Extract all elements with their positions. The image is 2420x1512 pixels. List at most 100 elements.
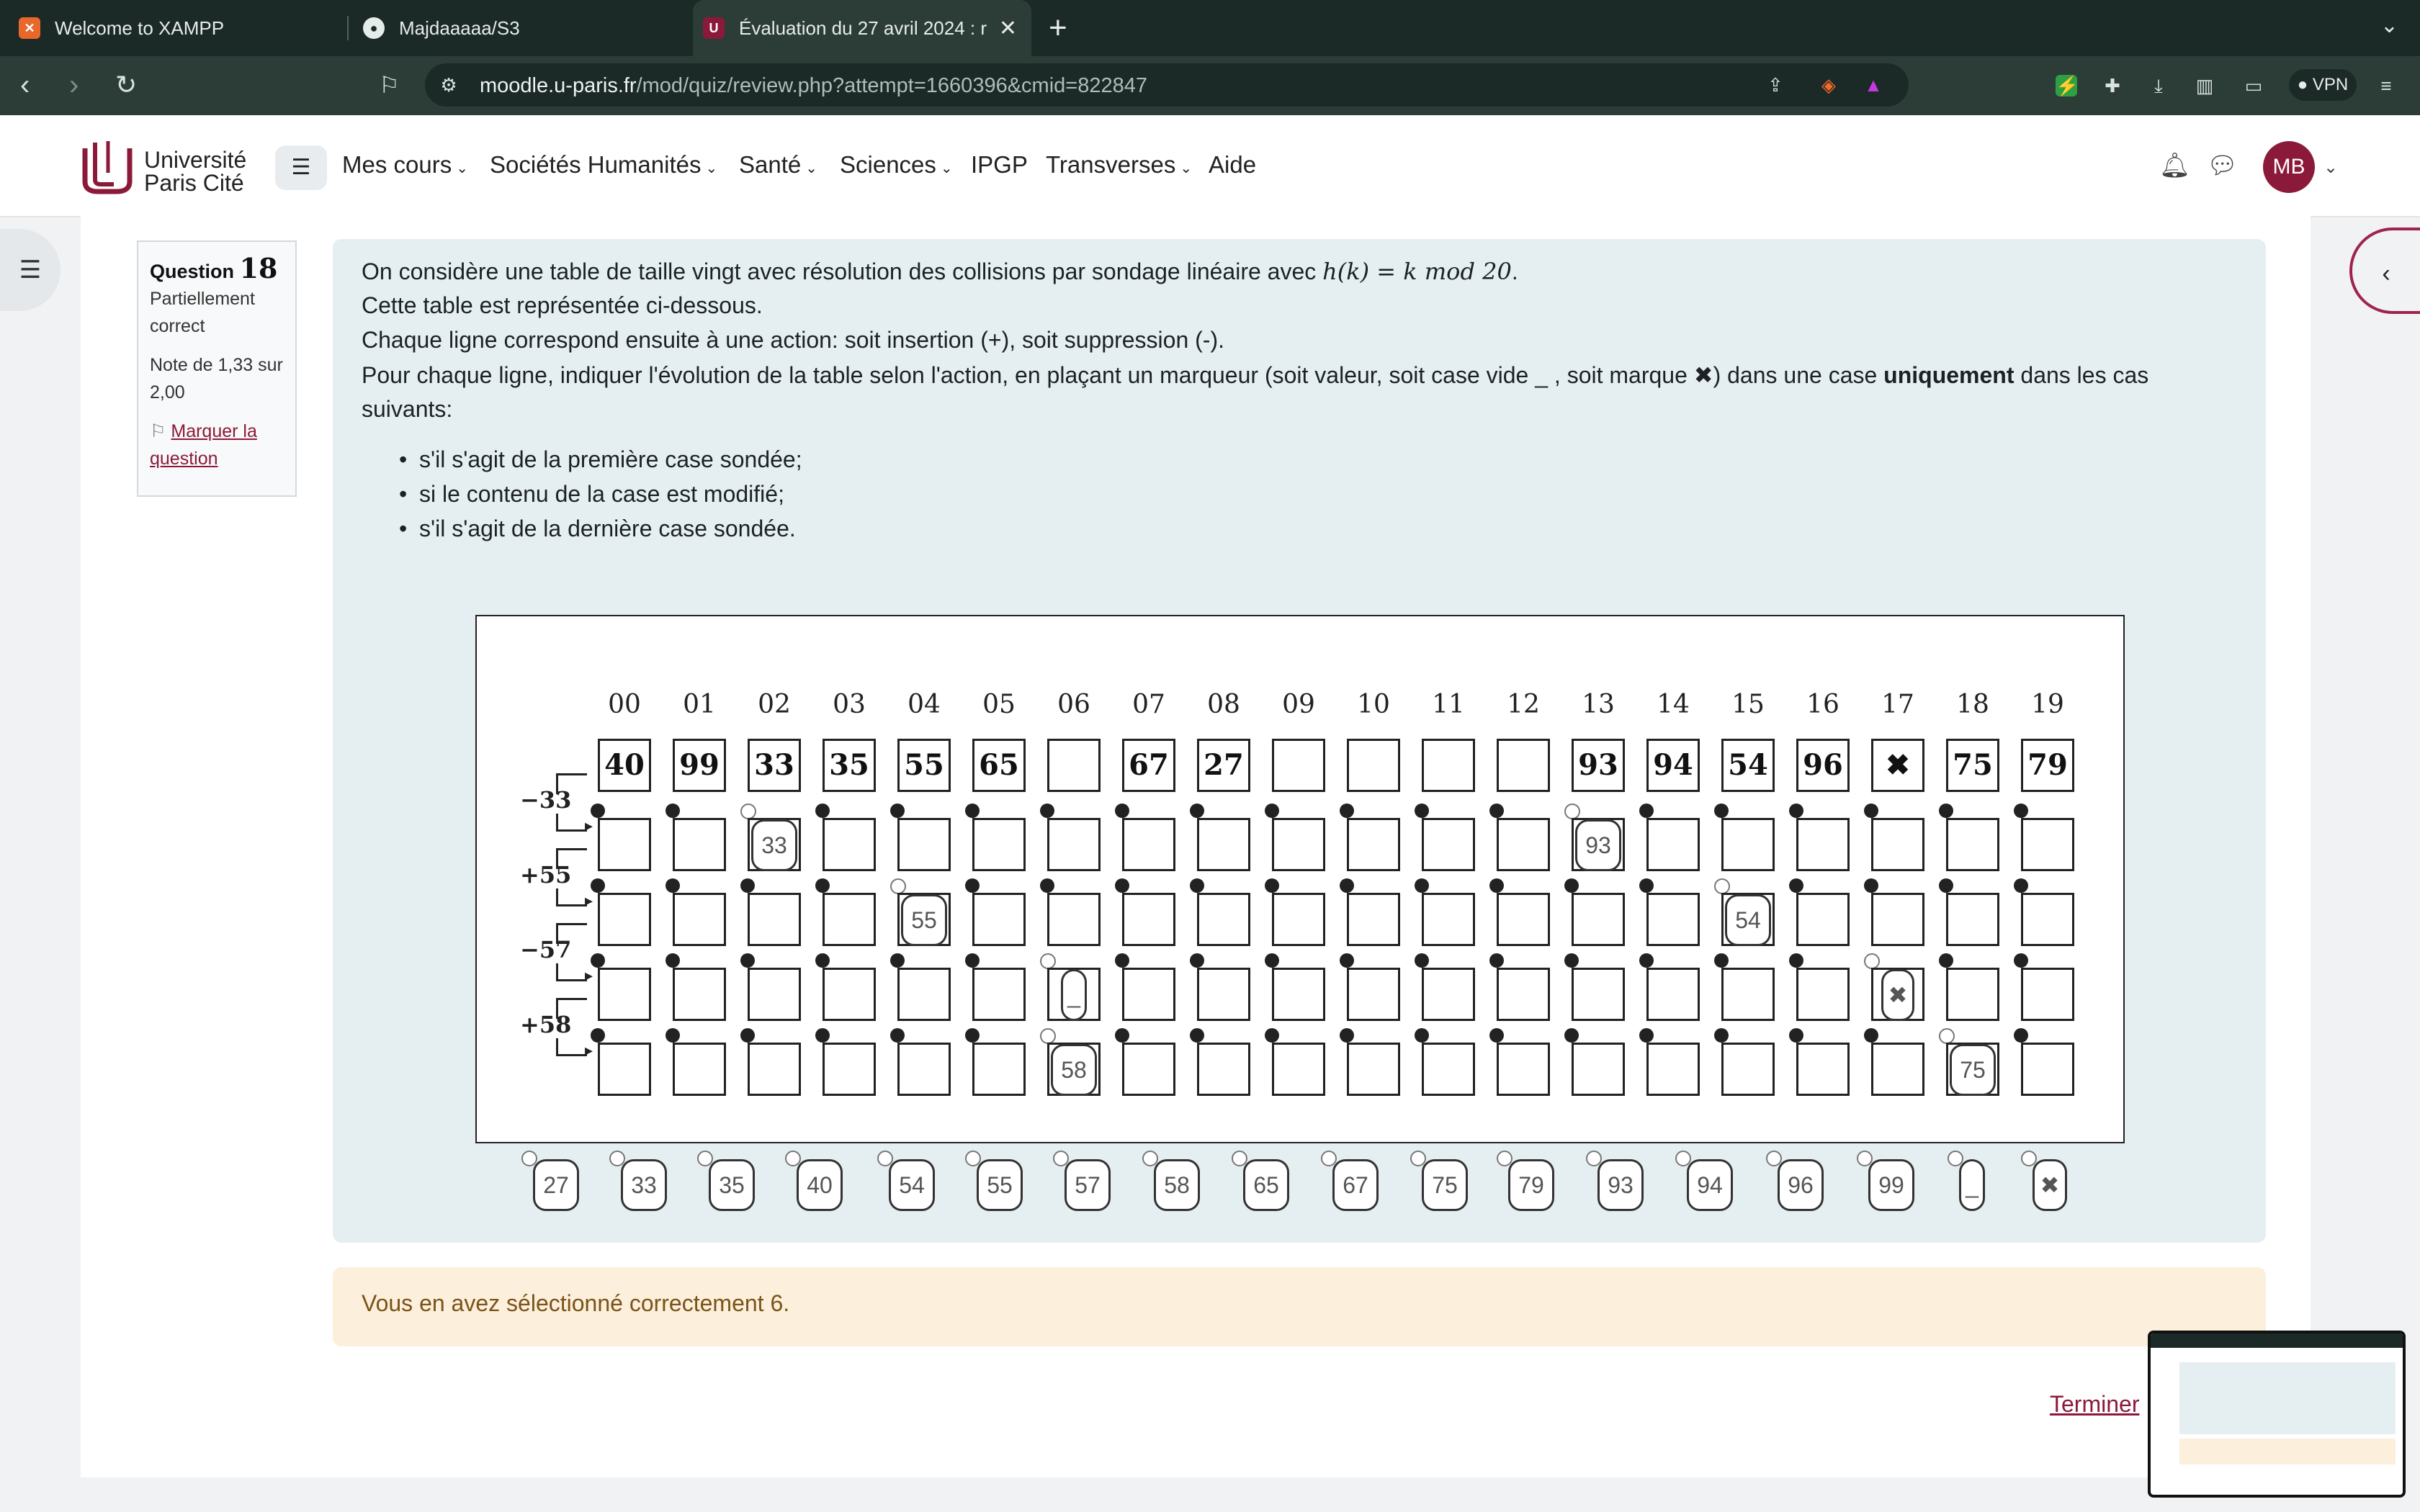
drop-zone[interactable] bbox=[748, 893, 801, 946]
bookmark-icon[interactable]: ⚐ bbox=[379, 69, 400, 101]
placed-marker[interactable]: ✖ bbox=[1881, 969, 1914, 1021]
drop-zone[interactable] bbox=[1197, 968, 1250, 1021]
course-index-button[interactable]: ☰ bbox=[275, 145, 327, 190]
drop-target-dot[interactable] bbox=[666, 804, 680, 818]
university-logo-icon[interactable] bbox=[81, 141, 135, 194]
tab-github[interactable]: ● Majdaaaaa/S3 bbox=[363, 0, 680, 56]
draggable-token[interactable]: 79 bbox=[1508, 1159, 1554, 1211]
drop-target-handle[interactable] bbox=[890, 878, 906, 894]
wallet-icon[interactable]: ▭ bbox=[2243, 75, 2264, 96]
draggable-token[interactable]: 35 bbox=[709, 1159, 755, 1211]
draggable-token[interactable]: ✖ bbox=[2033, 1159, 2067, 1211]
drop-target-dot[interactable] bbox=[1415, 1028, 1429, 1043]
drop-zone[interactable] bbox=[1197, 818, 1250, 871]
drop-zone[interactable] bbox=[673, 1043, 726, 1096]
drop-zone[interactable] bbox=[1122, 893, 1175, 946]
back-icon[interactable]: ‹ bbox=[20, 69, 30, 101]
drop-zone[interactable] bbox=[1047, 893, 1101, 946]
drop-target-dot[interactable] bbox=[1639, 1028, 1654, 1043]
drop-target-dot[interactable] bbox=[1040, 878, 1054, 893]
drop-zone[interactable] bbox=[972, 1043, 1026, 1096]
url-text[interactable]: moodle.u-paris.fr/mod/quiz/review.php?at… bbox=[480, 74, 1147, 98]
drop-target-dot[interactable] bbox=[815, 804, 830, 818]
drop-target-dot[interactable] bbox=[815, 953, 830, 968]
drop-zone[interactable] bbox=[1796, 968, 1850, 1021]
reload-icon[interactable]: ↻ bbox=[115, 69, 137, 101]
drop-target-dot[interactable] bbox=[1789, 878, 1803, 893]
drop-zone[interactable] bbox=[1422, 968, 1475, 1021]
drop-target-dot[interactable] bbox=[1340, 1028, 1354, 1043]
open-quiz-navigation-button[interactable]: ‹ bbox=[2349, 228, 2420, 314]
drop-target-dot[interactable] bbox=[1190, 1028, 1204, 1043]
drop-zone[interactable] bbox=[1572, 1043, 1625, 1096]
drop-zone[interactable] bbox=[972, 893, 1026, 946]
drop-zone[interactable] bbox=[1871, 1043, 1924, 1096]
drop-zone[interactable] bbox=[1871, 893, 1924, 946]
drop-zone[interactable] bbox=[1646, 893, 1700, 946]
drop-zone[interactable] bbox=[1721, 968, 1775, 1021]
drop-target-dot[interactable] bbox=[890, 804, 905, 818]
draggable-token[interactable]: 55 bbox=[977, 1159, 1023, 1211]
drop-zone[interactable] bbox=[1497, 893, 1550, 946]
draggable-token[interactable]: 94 bbox=[1687, 1159, 1733, 1211]
drop-zone[interactable] bbox=[1422, 818, 1475, 871]
drop-zone[interactable] bbox=[1796, 1043, 1850, 1096]
drop-target-dot[interactable] bbox=[2014, 1028, 2028, 1043]
close-tab-icon[interactable]: ✕ bbox=[999, 16, 1017, 41]
drop-target-dot[interactable] bbox=[740, 953, 755, 968]
university-name[interactable]: Université Paris Cité bbox=[144, 148, 246, 194]
drop-zone[interactable] bbox=[1721, 818, 1775, 871]
drop-target-dot[interactable] bbox=[965, 804, 980, 818]
draggable-token[interactable]: 75 bbox=[1422, 1159, 1468, 1211]
draggable-token[interactable]: 58 bbox=[1154, 1159, 1200, 1211]
drop-zone[interactable] bbox=[1122, 1043, 1175, 1096]
drop-zone[interactable] bbox=[673, 818, 726, 871]
drop-target-handle[interactable] bbox=[1714, 878, 1730, 894]
drop-target-dot[interactable] bbox=[1939, 804, 1953, 818]
drop-target-dot[interactable] bbox=[1864, 1028, 1878, 1043]
browser-menu-icon[interactable]: ≡ bbox=[2375, 75, 2397, 96]
drop-zone[interactable] bbox=[1572, 968, 1625, 1021]
drop-target-dot[interactable] bbox=[1415, 804, 1429, 818]
drop-target-dot[interactable] bbox=[1489, 1028, 1504, 1043]
nav-sante[interactable]: Santé ⌄ bbox=[739, 151, 817, 179]
drop-target-dot[interactable] bbox=[1939, 953, 1953, 968]
drop-zone[interactable] bbox=[1422, 893, 1475, 946]
messages-icon[interactable]: 💬︎ bbox=[2207, 151, 2238, 180]
address-bar[interactable]: ⚙ moodle.u-paris.fr/mod/quiz/review.php?… bbox=[425, 63, 1909, 107]
nav-societes-humanites[interactable]: Sociétés Humanités ⌄ bbox=[490, 151, 717, 179]
drop-zone[interactable] bbox=[1646, 968, 1700, 1021]
drop-target-dot[interactable] bbox=[1789, 953, 1803, 968]
screenshot-thumbnail[interactable] bbox=[2148, 1331, 2406, 1498]
drop-target-dot[interactable] bbox=[1714, 1028, 1729, 1043]
placed-marker[interactable]: 93 bbox=[1575, 819, 1621, 871]
placed-marker[interactable]: 55 bbox=[901, 894, 947, 946]
site-settings-icon[interactable]: ⚙ bbox=[438, 74, 460, 96]
nav-transverses[interactable]: Transverses ⌄ bbox=[1046, 151, 1192, 179]
drop-target-dot[interactable] bbox=[1564, 953, 1579, 968]
drop-zone[interactable] bbox=[823, 818, 876, 871]
placed-marker[interactable]: _ bbox=[1061, 969, 1087, 1021]
drop-zone[interactable] bbox=[2021, 1043, 2074, 1096]
drop-zone[interactable] bbox=[1047, 818, 1101, 871]
flag-question-link[interactable]: ⚐ Marquer la question bbox=[150, 418, 284, 472]
drop-zone[interactable] bbox=[1497, 1043, 1550, 1096]
drop-target-dot[interactable] bbox=[890, 1028, 905, 1043]
drop-target-dot[interactable] bbox=[1340, 953, 1354, 968]
drop-zone[interactable] bbox=[823, 1043, 876, 1096]
drop-target-dot[interactable] bbox=[1265, 804, 1279, 818]
finish-review-link[interactable]: Terminer bbox=[2050, 1391, 2139, 1418]
drop-zone[interactable] bbox=[1347, 818, 1400, 871]
avatar[interactable]: MB bbox=[2263, 141, 2315, 193]
forward-icon[interactable]: › bbox=[69, 69, 79, 101]
drop-zone[interactable] bbox=[2021, 968, 2074, 1021]
drop-zone[interactable] bbox=[1646, 818, 1700, 871]
share-icon[interactable]: ⇪ bbox=[1765, 74, 1786, 96]
drop-zone[interactable] bbox=[598, 818, 651, 871]
drop-zone[interactable] bbox=[1272, 968, 1325, 1021]
extensions-puzzle-icon[interactable]: ✚ bbox=[2102, 75, 2123, 96]
drop-target-handle[interactable] bbox=[1864, 953, 1880, 969]
draggable-token[interactable]: 93 bbox=[1597, 1159, 1644, 1211]
drop-zone[interactable] bbox=[598, 1043, 651, 1096]
drop-zone[interactable] bbox=[1272, 1043, 1325, 1096]
